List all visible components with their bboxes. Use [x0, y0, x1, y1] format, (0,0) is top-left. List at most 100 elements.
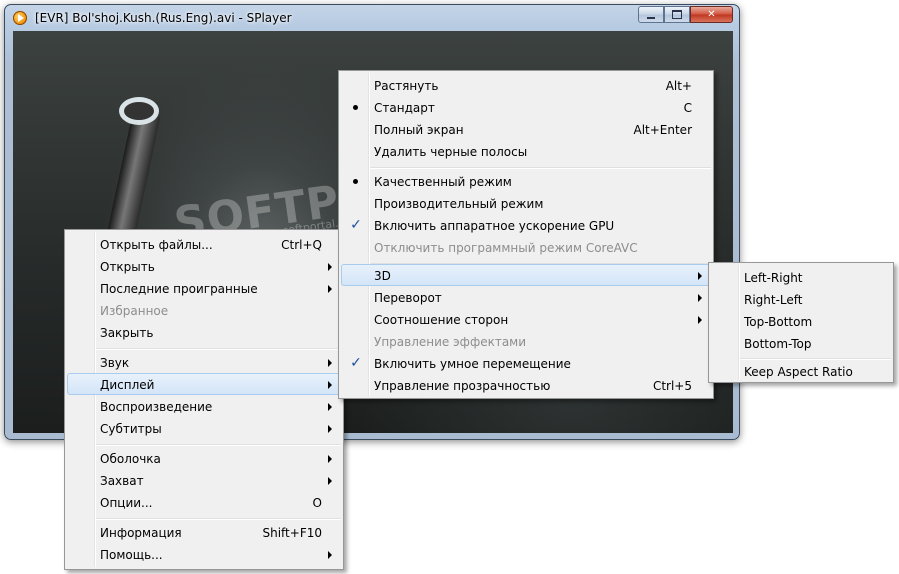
menu-item-shortcut: Ctrl+5	[652, 379, 692, 393]
menu-item-label: Оболочка	[100, 452, 161, 466]
minimize-icon	[647, 16, 655, 19]
menu-item-label: Управление эффектами	[374, 335, 527, 349]
menu-item-label: Опции...	[100, 496, 153, 510]
submenu-arrow-icon	[328, 425, 332, 433]
menu-item-disable-coreavc: Отключить программный режим CoreAVC	[341, 236, 711, 258]
menu-item-info[interactable]: Информация Shift+F10	[67, 521, 341, 543]
radio-bullet-icon	[353, 179, 358, 184]
menu-item-label: Переворот	[374, 291, 442, 305]
menu-item-left-right[interactable]: Left-Right	[711, 266, 891, 288]
menu-item-smart-move[interactable]: ✓ Включить умное перемещение	[341, 352, 711, 374]
menu-item-open[interactable]: Открыть	[67, 255, 341, 277]
menu-item-label: Соотношение сторон	[374, 313, 509, 327]
menu-item-label: Растянуть	[374, 79, 439, 93]
menu-item-label: Включить умное перемещение	[374, 357, 571, 371]
menu-item-stretch[interactable]: Растянуть Alt+	[341, 74, 711, 96]
menu-item-label: Открыть	[100, 260, 155, 274]
minimize-button[interactable]	[638, 6, 664, 23]
splayer-logo-icon[interactable]	[13, 11, 27, 25]
menu-item-label: Полный экран	[374, 123, 464, 137]
menu-item-3d[interactable]: 3D	[341, 264, 711, 286]
menu-item-playback[interactable]: Воспроизведение	[67, 395, 341, 417]
menu-item-skin[interactable]: Оболочка	[67, 447, 341, 469]
menu-item-aspect-ratio[interactable]: Соотношение сторон	[341, 308, 711, 330]
submenu-arrow-icon	[328, 551, 332, 559]
checkmark-icon: ✓	[350, 217, 362, 233]
menu-item-label: Отключить программный режим CoreAVC	[374, 241, 638, 255]
menu-item-shortcut: C	[683, 101, 692, 115]
menu-item-shortcut: Ctrl+Q	[281, 238, 322, 252]
menu-item-label: Top-Bottom	[744, 315, 813, 329]
submenu-arrow-icon	[328, 455, 332, 463]
menu-item-label: Помощь...	[100, 548, 163, 562]
submenu-arrow-icon	[328, 285, 332, 293]
submenu-arrow-icon	[698, 294, 702, 302]
menu-item-options[interactable]: Опции... O	[67, 491, 341, 513]
video-frame-ring	[119, 97, 159, 125]
menu-item-label: Захват	[100, 474, 144, 488]
menu-item-label: 3D	[374, 269, 391, 283]
menu-item-label: Качественный режим	[374, 175, 512, 189]
submenu-arrow-icon	[328, 381, 332, 389]
menu-item-label: Информация	[100, 526, 182, 540]
maximize-icon	[672, 10, 682, 19]
menu-item-label: Производительный режим	[374, 197, 544, 211]
menu-item-favorites: Избранное	[67, 299, 341, 321]
caption-buttons: ✕	[638, 6, 733, 24]
menu-item-label: Стандарт	[374, 101, 435, 115]
menu-item-keep-aspect-ratio[interactable]: Keep Aspect Ratio	[711, 360, 891, 382]
menu-item-label: Left-Right	[744, 271, 803, 285]
menu-item-label: Открыть файлы...	[100, 238, 213, 252]
3d-submenu: Left-Right Right-Left Top-Bottom Bottom-…	[708, 262, 894, 383]
menu-item-standard[interactable]: Стандарт C	[341, 96, 711, 118]
maximize-button[interactable]	[664, 6, 690, 23]
checkmark-icon: ✓	[350, 355, 362, 371]
menu-item-effects-control: Управление эффектами	[341, 330, 711, 352]
menu-item-label: Управление прозрачностью	[374, 379, 551, 393]
menu-item-open-files[interactable]: Открыть файлы... Ctrl+Q	[67, 233, 341, 255]
submenu-arrow-icon	[328, 263, 332, 271]
menu-item-shortcut: Shift+F10	[262, 526, 322, 540]
menu-separator	[370, 167, 711, 169]
menu-item-label: Субтитры	[100, 422, 162, 436]
menu-item-label: Звук	[100, 356, 130, 370]
menu-item-label: Последние проигранные	[100, 282, 258, 296]
menu-item-capture[interactable]: Захват	[67, 469, 341, 491]
submenu-arrow-icon	[328, 477, 332, 485]
menu-separator	[96, 518, 341, 520]
menu-item-shortcut: Alt+Enter	[633, 123, 692, 137]
menu-item-close[interactable]: Закрыть	[67, 321, 341, 343]
menu-item-label: Дисплей	[100, 378, 155, 392]
menu-item-bottom-top[interactable]: Bottom-Top	[711, 332, 891, 354]
menu-item-label: Удалить черные полосы	[374, 145, 528, 159]
menu-item-sound[interactable]: Звук	[67, 351, 341, 373]
window-title: [EVR] Bol'shoj.Kush.(Rus.Eng).avi - SPla…	[35, 11, 292, 25]
menu-item-transparency[interactable]: Управление прозрачностью Ctrl+5	[341, 374, 711, 396]
menu-item-top-bottom[interactable]: Top-Bottom	[711, 310, 891, 332]
display-submenu: Растянуть Alt+ Стандарт C Полный экран A…	[338, 70, 714, 399]
menu-item-label: Keep Aspect Ratio	[744, 365, 853, 379]
title-bar[interactable]: [EVR] Bol'shoj.Kush.(Rus.Eng).avi - SPla…	[5, 5, 739, 31]
menu-item-right-left[interactable]: Right-Left	[711, 288, 891, 310]
submenu-arrow-icon	[328, 403, 332, 411]
submenu-arrow-icon	[698, 272, 702, 280]
close-button[interactable]: ✕	[690, 6, 733, 23]
menu-item-flip[interactable]: Переворот	[341, 286, 711, 308]
menu-item-shortcut: Alt+	[665, 79, 692, 93]
menu-item-quality-mode[interactable]: Качественный режим	[341, 170, 711, 192]
menu-separator	[96, 444, 341, 446]
menu-item-display[interactable]: Дисплей	[67, 373, 341, 395]
menu-item-help[interactable]: Помощь...	[67, 543, 341, 565]
menu-item-recent[interactable]: Последние проигранные	[67, 277, 341, 299]
menu-item-label: Избранное	[100, 304, 169, 318]
menu-item-fullscreen[interactable]: Полный экран Alt+Enter	[341, 118, 711, 140]
submenu-arrow-icon	[328, 359, 332, 367]
menu-item-subtitles[interactable]: Субтитры	[67, 417, 341, 439]
menu-item-remove-black-bars[interactable]: Удалить черные полосы	[341, 140, 711, 162]
menu-item-label: Воспроизведение	[100, 400, 213, 414]
menu-item-shortcut: O	[312, 496, 322, 510]
menu-item-performance-mode[interactable]: Производительный режим	[341, 192, 711, 214]
radio-bullet-icon	[353, 105, 358, 110]
menu-item-label: Bottom-Top	[744, 337, 812, 351]
menu-item-gpu-acceleration[interactable]: ✓ Включить аппаратное ускорение GPU	[341, 214, 711, 236]
